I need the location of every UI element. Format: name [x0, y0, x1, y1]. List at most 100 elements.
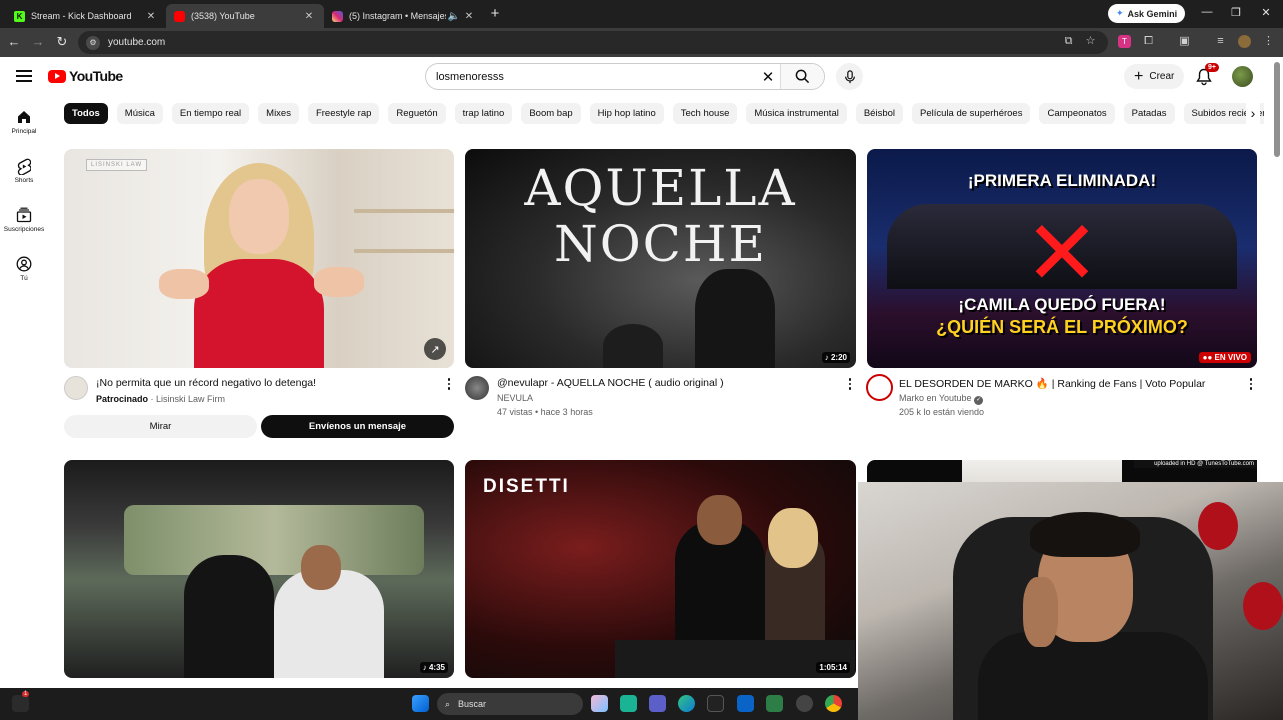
chip-boom-bap[interactable]: Boom bap — [521, 103, 581, 124]
create-button[interactable]: + Crear — [1124, 64, 1185, 89]
search-button[interactable] — [780, 64, 824, 89]
maximize-icon[interactable]: ❐ — [1229, 6, 1243, 19]
sidebar-item-subscriptions[interactable]: Suscripciones — [0, 206, 48, 233]
video-duration: 1:05:14 — [816, 662, 850, 673]
edge-icon[interactable] — [678, 695, 695, 712]
chip-tech-house[interactable]: Tech house — [672, 103, 738, 124]
notifications-button[interactable]: 9+ — [1194, 63, 1219, 88]
sidepanel-icon[interactable]: ▣ — [1178, 35, 1191, 48]
tab-search-icon[interactable]: ≡ — [1214, 35, 1227, 48]
thumb-headline-bot: ¿QUIÉN SERÁ EL PRÓXIMO? — [936, 317, 1188, 337]
video-thumbnail-marko[interactable]: ¡PRIMERA ELIMINADA! ✕ ¡CAMILA QUEDÓ FUER… — [867, 149, 1257, 368]
channel-name[interactable]: NEVULA — [497, 393, 533, 403]
extensions-puzzle-icon[interactable]: ⧠ — [1142, 35, 1155, 48]
sidebar-item-shorts[interactable]: Shorts — [0, 157, 48, 184]
search-input[interactable]: losmenoresss — [426, 71, 756, 83]
chip-beisbol[interactable]: Béisbol — [855, 103, 904, 124]
video-title[interactable]: ¡No permita que un récord negativo lo de… — [96, 377, 316, 389]
page-scrollbar[interactable] — [1274, 62, 1280, 157]
chip-patadas[interactable]: Patadas — [1123, 103, 1175, 124]
ask-gemini-button[interactable]: ✦ Ask Gemini — [1108, 4, 1186, 23]
site-info-icon[interactable]: ⚙ — [86, 35, 100, 50]
close-tab-icon[interactable]: ✕ — [144, 11, 158, 22]
gemini-icon: ✦ — [1116, 8, 1124, 18]
extension-icon[interactable]: T — [1118, 35, 1131, 48]
browser-menu-icon[interactable]: ⋮ — [1262, 35, 1275, 48]
chip-hip-hop-latino[interactable]: Hip hop latino — [589, 103, 664, 124]
minimize-icon[interactable]: — — [1200, 6, 1214, 18]
account-avatar[interactable] — [1232, 66, 1253, 87]
tab-instagram[interactable]: (5) Instagram • Mensajes 🔈 ✕ — [324, 4, 484, 28]
reload-icon[interactable]: ↻ — [54, 34, 70, 50]
chip-freestyle-rap[interactable]: Freestyle rap — [307, 103, 380, 124]
tab-kick-dashboard[interactable]: K Stream - Kick Dashboard ✕ — [6, 4, 166, 28]
chip-en-tiempo-real[interactable]: En tiempo real — [171, 103, 250, 124]
video-thumbnail-ad[interactable]: LISINSKI LAW ↗ — [64, 149, 454, 368]
more-options-icon[interactable] — [846, 377, 854, 391]
clear-search-icon[interactable]: ✕ — [756, 68, 780, 86]
voice-search-button[interactable] — [836, 63, 863, 90]
windows-start-icon[interactable] — [412, 695, 429, 712]
obs-icon[interactable] — [796, 695, 813, 712]
chrome-icon[interactable] — [825, 695, 842, 712]
open-link-icon[interactable]: ↗ — [424, 338, 446, 360]
chip-pelicula-superheroes[interactable]: Película de superhéroes — [912, 103, 1031, 124]
sidebar-item-you[interactable]: Tú — [0, 255, 48, 282]
channel-avatar-lisinski[interactable] — [64, 376, 88, 400]
channel-name[interactable]: Marko en Youtube ✓ — [899, 393, 984, 405]
chip-musica-instrumental[interactable]: Música instrumental — [746, 103, 847, 124]
send-message-button[interactable]: Envíenos un mensaje — [261, 415, 454, 438]
video-title[interactable]: EL DESORDEN DE MARKO 🔥 | Ranking de Fans… — [899, 377, 1205, 390]
microphone-icon — [844, 69, 855, 83]
widgets-icon[interactable]: 1 — [12, 691, 30, 712]
ad-channel-name[interactable]: Lisinski Law Firm — [156, 394, 225, 404]
notification-badge: 9+ — [1205, 63, 1219, 72]
more-options-icon[interactable] — [1247, 377, 1255, 391]
outlook-icon[interactable] — [737, 695, 754, 712]
bookmark-star-icon[interactable]: ☆ — [1084, 35, 1097, 48]
back-icon[interactable]: ← — [6, 34, 22, 50]
balloon-decoration — [1198, 502, 1238, 550]
video-thumbnail-aquella-noche[interactable]: AQUELLA NOCHE ♪ 2:20 — [465, 149, 856, 368]
chip-campeonatos[interactable]: Campeonatos — [1039, 103, 1115, 124]
sidebar-label: Suscripciones — [3, 226, 45, 233]
search-icon: ⌕ — [445, 698, 451, 709]
chip-regueton[interactable]: Reguetón — [388, 103, 446, 124]
thumb-title-line1: AQUELLA — [524, 159, 797, 217]
hamburger-menu-icon[interactable] — [16, 70, 32, 82]
channel-avatar-marko[interactable] — [866, 374, 893, 401]
chip-todos[interactable]: Todos — [64, 103, 108, 124]
sidebar-item-home[interactable]: Principal — [0, 108, 48, 135]
close-window-icon[interactable]: ✕ — [1259, 6, 1273, 19]
chip-musica[interactable]: Música — [116, 103, 163, 124]
url-field[interactable]: ⚙ youtube.com — [78, 31, 1108, 54]
thumb-headline-top: ¡PRIMERA ELIMINADA! — [967, 171, 1157, 190]
youtube-logo[interactable]: YouTube — [48, 68, 123, 84]
speaker-icon[interactable]: 🔈 — [446, 11, 462, 22]
close-tab-icon[interactable]: ✕ — [462, 11, 476, 22]
more-options-icon[interactable] — [445, 377, 453, 391]
chevron-right-icon[interactable]: › — [1246, 103, 1260, 124]
watch-button[interactable]: Mirar — [64, 415, 257, 438]
video-thumbnail-car[interactable]: ♪ 4:35 — [64, 460, 454, 678]
chip-trap-latino[interactable]: trap latino — [454, 103, 513, 124]
xbox-icon[interactable] — [766, 695, 783, 712]
app-icon[interactable] — [620, 695, 637, 712]
forward-icon[interactable]: → — [30, 34, 46, 50]
cast-icon[interactable]: ⧉ — [1062, 35, 1075, 48]
teams-icon[interactable] — [649, 695, 666, 712]
chip-mixes[interactable]: Mixes — [258, 103, 299, 124]
video-title[interactable]: @nevulapr - AQUELLA NOCHE ( audio origin… — [497, 377, 724, 389]
video-stats: 47 vistas • hace 3 horas — [497, 407, 593, 417]
video-thumbnail-disetti[interactable]: DISETTI 1:05:14 — [465, 460, 856, 678]
new-tab-button[interactable]: + — [486, 5, 504, 23]
tab-youtube[interactable]: (3538) YouTube ✕ — [166, 4, 324, 28]
shelf-decoration — [354, 209, 454, 213]
shelf-decoration — [354, 249, 454, 253]
close-tab-icon[interactable]: ✕ — [302, 11, 316, 22]
taskbar-search[interactable]: ⌕ Buscar — [437, 693, 583, 715]
copilot-icon[interactable] — [591, 695, 608, 712]
profile-avatar[interactable] — [1238, 35, 1251, 48]
channel-avatar-nevula[interactable] — [465, 376, 489, 400]
dell-icon[interactable] — [707, 695, 724, 712]
